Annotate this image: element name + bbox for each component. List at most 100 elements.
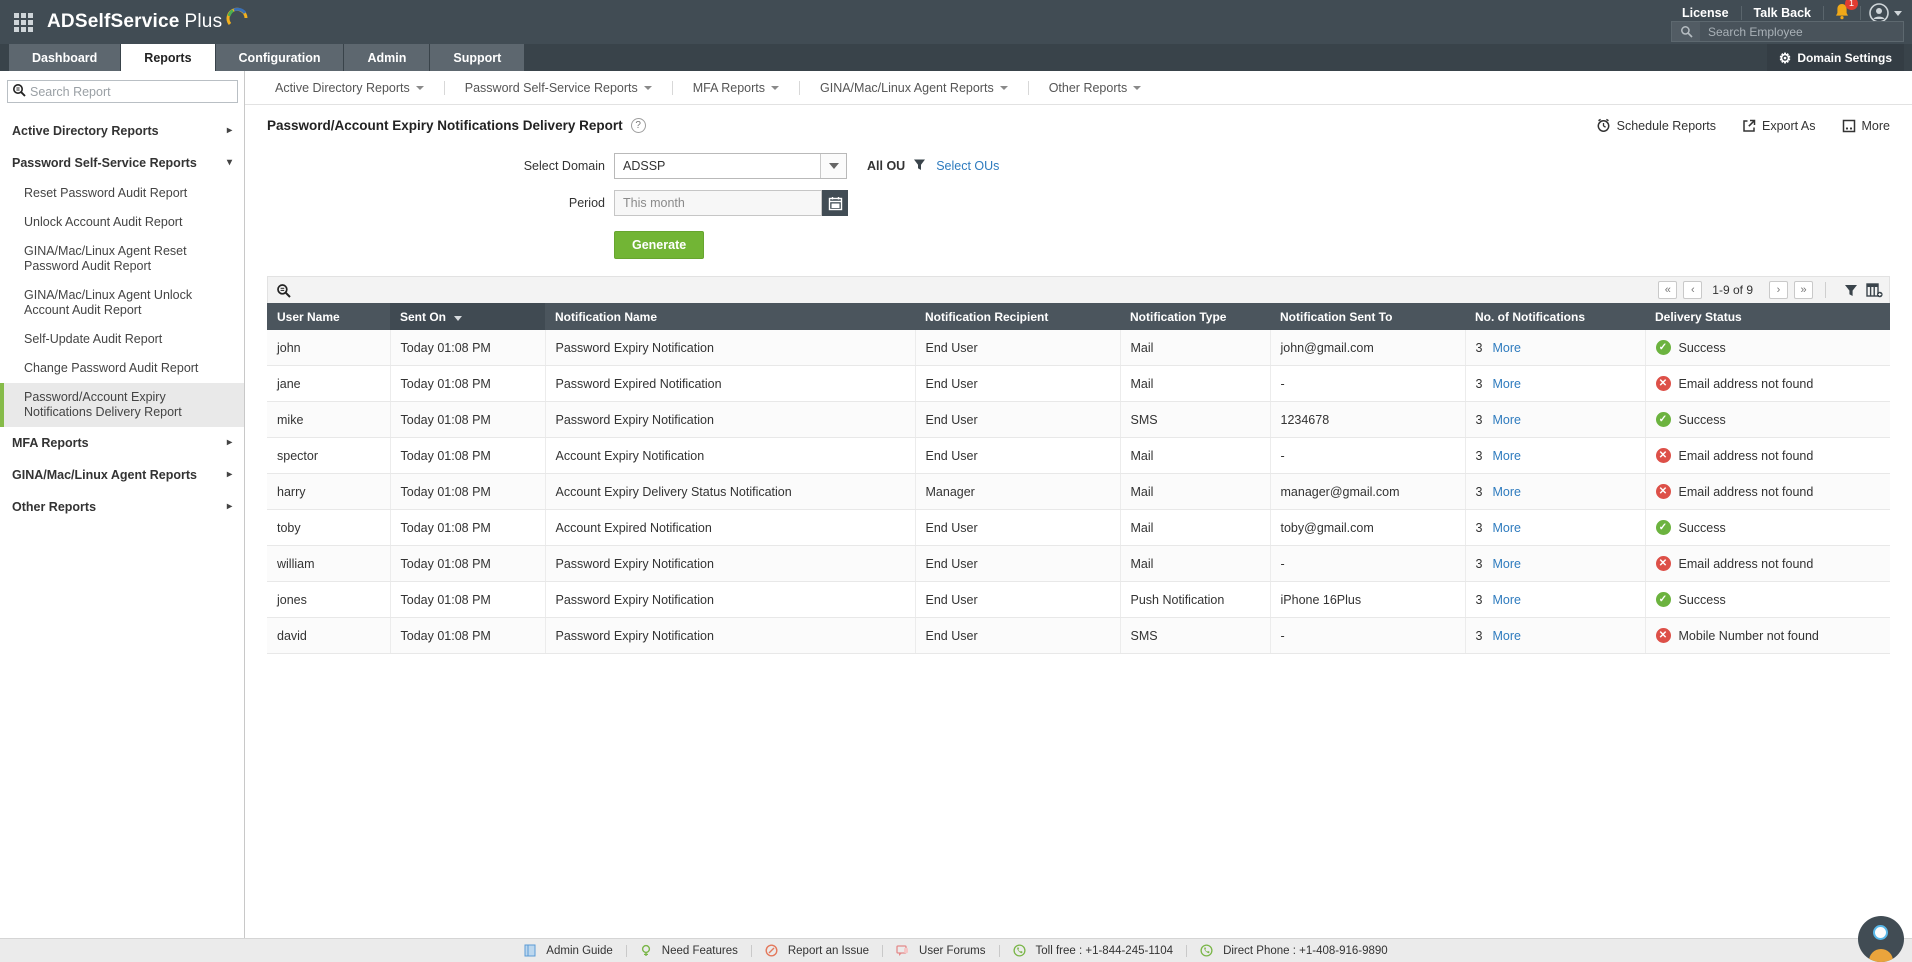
footer-link[interactable]: Toll free : +1-844-245-1104 xyxy=(1013,944,1174,957)
export-as-button[interactable]: Export As xyxy=(1742,119,1816,133)
user-avatar[interactable] xyxy=(1869,3,1902,23)
col-notification-type[interactable]: Notification Type xyxy=(1120,303,1270,330)
talkback-link[interactable]: Talk Back xyxy=(1742,6,1823,20)
more-link[interactable]: More xyxy=(1492,521,1520,535)
next-page-button[interactable]: › xyxy=(1769,281,1788,299)
table-row[interactable]: jane Today 01:08 PM Password Expired Not… xyxy=(267,366,1890,402)
nav-tab-reports[interactable]: Reports xyxy=(121,44,215,71)
calendar-icon[interactable] xyxy=(822,190,848,216)
sidebar-item[interactable]: GINA/Mac/Linux Agent Reports ▸ xyxy=(0,459,244,491)
footer-link[interactable]: Report an Issue xyxy=(765,944,869,957)
more-link[interactable]: More xyxy=(1492,485,1520,499)
col-sent-on[interactable]: Sent On xyxy=(390,303,545,330)
notification-bell-icon[interactable]: 1 xyxy=(1834,3,1850,23)
last-page-button[interactable]: » xyxy=(1794,281,1813,299)
more-link[interactable]: More xyxy=(1492,341,1520,355)
sidebar-item[interactable]: Password Self-Service Reports ▾ xyxy=(0,147,244,179)
sidebar-item[interactable]: Password/Account Expiry Notifications De… xyxy=(0,383,244,427)
cell-notification-count: 3More xyxy=(1465,402,1645,438)
report-search-input[interactable] xyxy=(26,85,237,99)
license-link[interactable]: License xyxy=(1670,6,1741,20)
period-input[interactable] xyxy=(614,190,822,216)
report-menu-item[interactable]: Password Self-Service Reports xyxy=(455,81,662,95)
cell-user-name: jones xyxy=(267,582,390,618)
ou-filter-icon[interactable] xyxy=(913,158,926,174)
domain-settings-button[interactable]: ⚙ Domain Settings xyxy=(1767,44,1904,71)
more-link[interactable]: More xyxy=(1492,629,1520,643)
phone-icon xyxy=(1200,944,1218,957)
sidebar-item-label: MFA Reports xyxy=(12,436,89,450)
sidebar-item[interactable]: GINA/Mac/Linux Agent Reset Password Audi… xyxy=(0,237,244,281)
table-search-icon[interactable] xyxy=(274,283,293,298)
col-delivery-status[interactable]: Delivery Status xyxy=(1645,303,1890,330)
col-notification-name[interactable]: Notification Name xyxy=(545,303,915,330)
sort-desc-icon xyxy=(454,316,462,321)
first-page-button[interactable]: « xyxy=(1658,281,1677,299)
forums-icon xyxy=(896,945,914,957)
generate-button[interactable]: Generate xyxy=(614,231,704,259)
table-row[interactable]: william Today 01:08 PM Password Expiry N… xyxy=(267,546,1890,582)
apps-grid-icon[interactable] xyxy=(14,13,33,32)
chevron-down-icon xyxy=(1894,11,1902,16)
table-row[interactable]: david Today 01:08 PM Password Expiry Not… xyxy=(267,618,1890,654)
logo-swoosh-icon xyxy=(224,4,250,30)
sidebar-item[interactable]: Unlock Account Audit Report xyxy=(0,208,244,237)
search-icon[interactable] xyxy=(1672,22,1700,41)
nav-tab-support[interactable]: Support xyxy=(430,44,525,71)
sidebar-item[interactable]: Self-Update Audit Report xyxy=(0,325,244,354)
more-link[interactable]: More xyxy=(1492,593,1520,607)
domain-select[interactable]: ADSSP xyxy=(614,153,847,179)
sidebar-item[interactable]: GINA/Mac/Linux Agent Unlock Account Audi… xyxy=(0,281,244,325)
help-icon[interactable]: ? xyxy=(631,118,646,133)
sidebar-item[interactable]: Reset Password Audit Report xyxy=(0,179,244,208)
col-user-name[interactable]: User Name xyxy=(267,303,390,330)
more-link[interactable]: More xyxy=(1492,557,1520,571)
report-menu-item[interactable]: Active Directory Reports xyxy=(265,81,434,95)
col-no-of-notifications[interactable]: No. of Notifications xyxy=(1465,303,1645,330)
sidebar-item[interactable]: Change Password Audit Report xyxy=(0,354,244,383)
more-button[interactable]: More xyxy=(1842,119,1890,133)
table-row[interactable]: jones Today 01:08 PM Password Expiry Not… xyxy=(267,582,1890,618)
table-row[interactable]: harry Today 01:08 PM Account Expiry Deli… xyxy=(267,474,1890,510)
nav-tab-admin[interactable]: Admin xyxy=(344,44,430,71)
footer-link[interactable]: Need Features xyxy=(640,944,738,957)
cell-notification-sent-to: - xyxy=(1270,438,1465,474)
footer-link[interactable]: Direct Phone : +1-408-916-9890 xyxy=(1200,944,1388,957)
cell-delivery-status: ✓ Success xyxy=(1645,402,1890,438)
cell-notification-recipient: End User xyxy=(915,582,1120,618)
report-menu-item[interactable]: Other Reports xyxy=(1039,81,1152,95)
more-link[interactable]: More xyxy=(1492,413,1520,427)
sidebar-item[interactable]: Active Directory Reports ▸ xyxy=(0,115,244,147)
cell-delivery-status: ✓ Success xyxy=(1645,330,1890,366)
footer-link[interactable]: Admin Guide xyxy=(524,944,612,957)
support-chat-button[interactable] xyxy=(1858,916,1904,962)
col-notification-sent-to[interactable]: Notification Sent To xyxy=(1270,303,1465,330)
cell-notification-type: SMS xyxy=(1120,618,1270,654)
cell-notification-recipient: End User xyxy=(915,546,1120,582)
nav-tab-configuration[interactable]: Configuration xyxy=(216,44,345,71)
sidebar-item[interactable]: Other Reports ▸ xyxy=(0,491,244,523)
gear-icon: ⚙ xyxy=(1779,51,1792,65)
cell-delivery-status: ✕ Email address not found xyxy=(1645,366,1890,402)
sidebar-item[interactable]: MFA Reports ▸ xyxy=(0,427,244,459)
more-link[interactable]: More xyxy=(1492,449,1520,463)
table-filter-icon[interactable] xyxy=(1844,284,1858,297)
column-chooser-icon[interactable] xyxy=(1866,283,1883,298)
table-row[interactable]: spector Today 01:08 PM Account Expiry No… xyxy=(267,438,1890,474)
employee-search-input[interactable] xyxy=(1700,22,1903,41)
period-label: Period xyxy=(245,196,605,210)
select-ous-link[interactable]: Select OUs xyxy=(936,159,999,173)
status-text: Success xyxy=(1679,593,1726,607)
report-menu-item[interactable]: MFA Reports xyxy=(683,81,789,95)
table-row[interactable]: toby Today 01:08 PM Account Expired Noti… xyxy=(267,510,1890,546)
table-row[interactable]: mike Today 01:08 PM Password Expiry Noti… xyxy=(267,402,1890,438)
table-row[interactable]: john Today 01:08 PM Password Expiry Noti… xyxy=(267,330,1890,366)
sidebar-item-label: Password Self-Service Reports xyxy=(12,156,197,170)
more-link[interactable]: More xyxy=(1492,377,1520,391)
nav-tab-dashboard[interactable]: Dashboard xyxy=(9,44,121,71)
col-notification-recipient[interactable]: Notification Recipient xyxy=(915,303,1120,330)
prev-page-button[interactable]: ‹ xyxy=(1683,281,1702,299)
schedule-reports-button[interactable]: Schedule Reports xyxy=(1596,118,1716,133)
footer-link[interactable]: User Forums xyxy=(896,945,985,957)
report-menu-item[interactable]: GINA/Mac/Linux Agent Reports xyxy=(810,81,1018,95)
